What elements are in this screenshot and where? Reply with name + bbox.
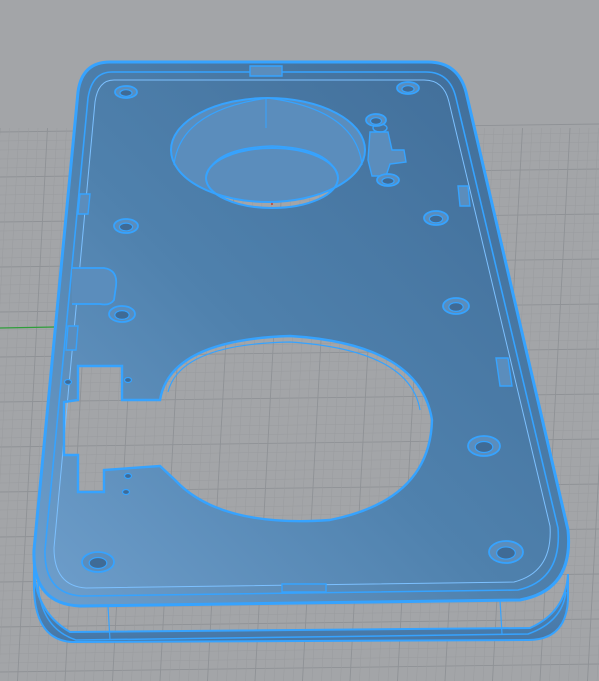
grid-line xyxy=(0,127,10,308)
screw-hole-bore xyxy=(448,302,464,313)
3d-viewport[interactable] xyxy=(0,0,599,681)
screw-hole xyxy=(488,540,524,564)
edge-clip xyxy=(457,185,471,207)
scene-canvas[interactable] xyxy=(0,0,599,681)
screw-hole xyxy=(108,305,136,323)
grid-line xyxy=(577,289,599,681)
screw-hole xyxy=(376,173,400,187)
screw-hole-bore xyxy=(369,117,383,125)
grid-line xyxy=(17,127,48,681)
edge-clip xyxy=(281,583,327,593)
edge-clip xyxy=(65,325,79,351)
pin-hole xyxy=(123,376,133,384)
screw-hole xyxy=(396,81,420,95)
screw-hole-bore xyxy=(114,310,130,321)
pin-hole xyxy=(63,378,73,386)
grid-line xyxy=(568,127,599,681)
screw-hole-bore xyxy=(428,214,444,224)
grid-line xyxy=(0,645,599,655)
screw-hole-bore xyxy=(496,546,516,560)
screw-hole xyxy=(114,85,138,99)
edge-clip xyxy=(77,193,91,215)
plate-model[interactable] xyxy=(32,60,571,644)
pin-hole xyxy=(121,488,131,496)
screw-hole-bore xyxy=(119,89,133,97)
grid-line xyxy=(0,663,599,673)
edge-clip xyxy=(249,65,283,77)
grid-line xyxy=(0,609,599,619)
screw-hole xyxy=(423,210,449,226)
screw-hole xyxy=(467,435,501,457)
side-notch[interactable] xyxy=(72,267,118,306)
grid-line xyxy=(0,654,599,664)
screw-hole-bore xyxy=(118,222,134,232)
screw-hole xyxy=(81,551,115,573)
screw-hole-bore xyxy=(474,440,494,454)
screw-hole xyxy=(365,113,387,127)
screw-hole xyxy=(113,218,139,234)
screw-hole-bore xyxy=(381,177,395,185)
screw-hole-bore xyxy=(401,85,415,93)
grid-line xyxy=(7,127,39,681)
screw-hole xyxy=(442,297,470,315)
grid-line xyxy=(0,618,599,628)
screw-hole-bore xyxy=(88,556,108,570)
pin-hole xyxy=(123,472,133,480)
